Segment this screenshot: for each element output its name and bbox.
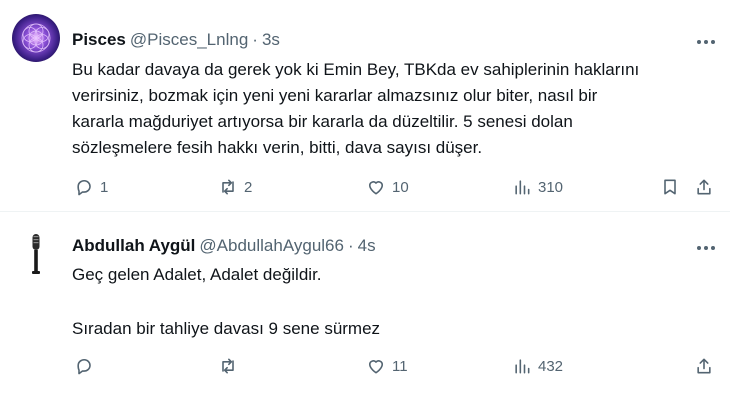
reply-button[interactable]: [74, 354, 100, 378]
heart-icon: [368, 181, 384, 195]
timestamp[interactable]: 4s: [358, 236, 376, 256]
bookmark-button[interactable]: [660, 175, 680, 199]
bookmark-icon: [664, 179, 676, 195]
avatar-flower-of-life-image: [12, 14, 60, 62]
more-options-button[interactable]: [694, 32, 718, 52]
tweet-header: Pisces @Pisces_Lnlng · 3s: [72, 30, 280, 50]
like-button[interactable]: 11: [366, 354, 408, 378]
reply-icon: [77, 358, 91, 375]
avatar-abdullah[interactable]: [12, 230, 60, 278]
share-icon: [697, 358, 711, 374]
tweet-text: Geç gelen Adalet, Adalet değildir. Sırad…: [72, 262, 706, 342]
timestamp[interactable]: 3s: [262, 30, 280, 50]
share-button[interactable]: [694, 175, 714, 199]
views-button[interactable]: 432: [512, 354, 563, 378]
share-icon: [697, 179, 711, 195]
retweet-icon: [222, 358, 234, 374]
retweet-button[interactable]: 2: [218, 175, 252, 199]
tweet-actions: 11 432: [72, 354, 718, 378]
display-name[interactable]: Pisces: [72, 30, 126, 50]
like-count: 10: [392, 178, 409, 196]
tweet-text-line: kararla mağduriyet artıyorsa bir kararla…: [72, 112, 573, 131]
separator-dot: ·: [252, 30, 258, 49]
like-count: 11: [392, 357, 408, 375]
display-name[interactable]: Abdullah Aygül: [72, 236, 195, 256]
tweet-text-line: Bu kadar davaya da gerek yok ki Emin Bey…: [72, 60, 640, 79]
reply-icon: [77, 179, 91, 196]
tweet-actions: 1 2 10 310: [72, 175, 718, 199]
views-chart-icon: [515, 359, 530, 374]
tweet-pisces[interactable]: Pisces @Pisces_Lnlng · 3s Bu kadar davay…: [0, 0, 730, 212]
avatar-pisces[interactable]: [12, 14, 60, 62]
retweet-count: 2: [244, 178, 253, 196]
views-count: 310: [538, 178, 564, 196]
separator-dot: ·: [347, 236, 354, 255]
views-button[interactable]: 310: [512, 175, 563, 199]
more-options-button[interactable]: [694, 238, 718, 258]
views-chart-icon: [515, 180, 530, 195]
views-count: 432: [538, 357, 564, 375]
reply-count: 1: [100, 178, 109, 196]
tweet-text-line: sözleşmelere fesih hakkı verin, bitti, d…: [72, 138, 483, 157]
heart-icon: [368, 360, 384, 374]
like-button[interactable]: 10: [366, 175, 409, 199]
more-dots-icon: [697, 246, 715, 250]
tweet-text-blank-line: [72, 288, 706, 316]
tweet-text-line: Sıradan bir tahliye davası 9 sene sürmez: [72, 319, 381, 338]
tweet-abdullah[interactable]: Abdullah Aygül @AbdullahAygul66 · 4s Geç…: [0, 212, 730, 420]
tweet-text-line: verirsiniz, bozmak için yeni yeni kararl…: [72, 86, 598, 105]
more-dots-icon: [697, 40, 715, 44]
tweet-text: Bu kadar davaya da gerek yok ki Emin Bey…: [72, 57, 706, 161]
tweet-header: Abdullah Aygül @AbdullahAygul66 · 4s: [72, 236, 376, 256]
user-handle[interactable]: @Pisces_Lnlng: [130, 30, 248, 50]
reply-button[interactable]: 1: [74, 175, 108, 199]
retweet-button[interactable]: [218, 354, 244, 378]
tweet-text-line: Geç gelen Adalet, Adalet değildir.: [72, 265, 322, 284]
share-button[interactable]: [694, 354, 714, 378]
user-handle[interactable]: @AbdullahAygul66: [199, 236, 344, 256]
avatar-microphone-image: [12, 230, 60, 278]
retweet-icon: [222, 179, 234, 195]
